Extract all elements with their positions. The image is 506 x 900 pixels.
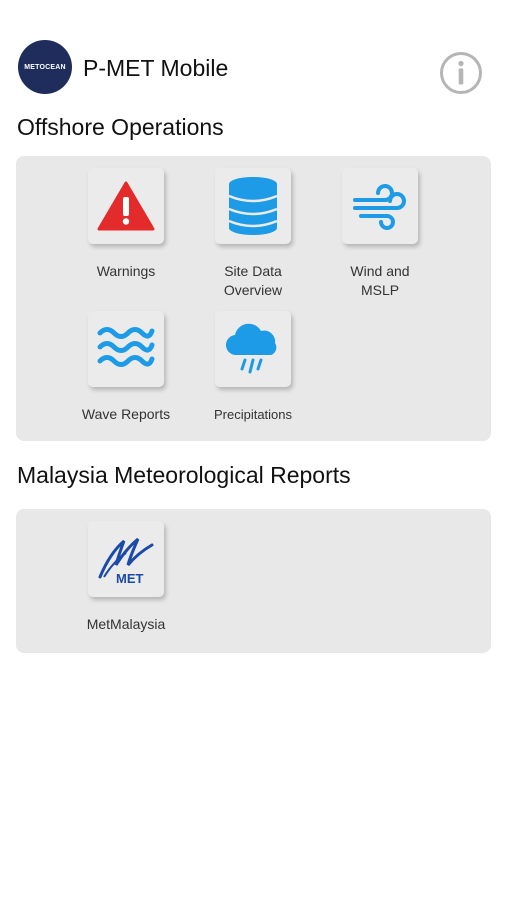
- tile-label: Wave Reports: [81, 406, 171, 422]
- app-screen: METOCEAN P-MET Mobile Offshore Operation…: [0, 0, 506, 900]
- svg-text:MET: MET: [116, 571, 144, 586]
- metmalaysia-logo-icon: MET: [98, 537, 154, 586]
- wave-icon: [97, 327, 155, 367]
- tile-label: Precipitations: [213, 407, 293, 422]
- section-title-offshore: Offshore Operations: [17, 114, 224, 140]
- malaysia-panel: MET MetMalaysia: [16, 509, 491, 653]
- tile-label: Site Data Overview: [223, 263, 283, 298]
- tile-wave-reports[interactable]: Wave Reports: [61, 311, 191, 424]
- tile-precipitations[interactable]: Precipitations: [188, 311, 318, 424]
- info-circle-icon: [440, 52, 482, 94]
- section-title-malaysia: Malaysia Meteorological Reports: [17, 462, 351, 488]
- info-button[interactable]: [439, 51, 483, 95]
- rain-cloud-icon: [225, 323, 277, 374]
- logo-text: METOCEAN: [24, 63, 66, 71]
- tile-site-data-overview[interactable]: Site Data Overview: [188, 168, 318, 300]
- warning-triangle-icon: [97, 181, 155, 231]
- tile-label: MetMalaysia: [86, 616, 166, 632]
- tile-metmalaysia[interactable]: MET MetMalaysia: [61, 521, 191, 634]
- wind-icon: [353, 184, 406, 230]
- tile-label: Wind and MSLP: [350, 263, 410, 298]
- tile-warnings[interactable]: Warnings: [61, 168, 191, 281]
- app-header: METOCEAN P-MET Mobile: [0, 0, 506, 100]
- app-title: P-MET Mobile: [83, 55, 229, 81]
- metocean-logo: METOCEAN: [18, 40, 72, 94]
- tile-label: Warnings: [96, 263, 156, 279]
- database-icon: [228, 177, 278, 235]
- offshore-panel: Warnings Site Data Overview Wind and MSL…: [16, 156, 491, 441]
- tile-wind-and-mslp[interactable]: Wind and MSLP: [315, 168, 445, 300]
